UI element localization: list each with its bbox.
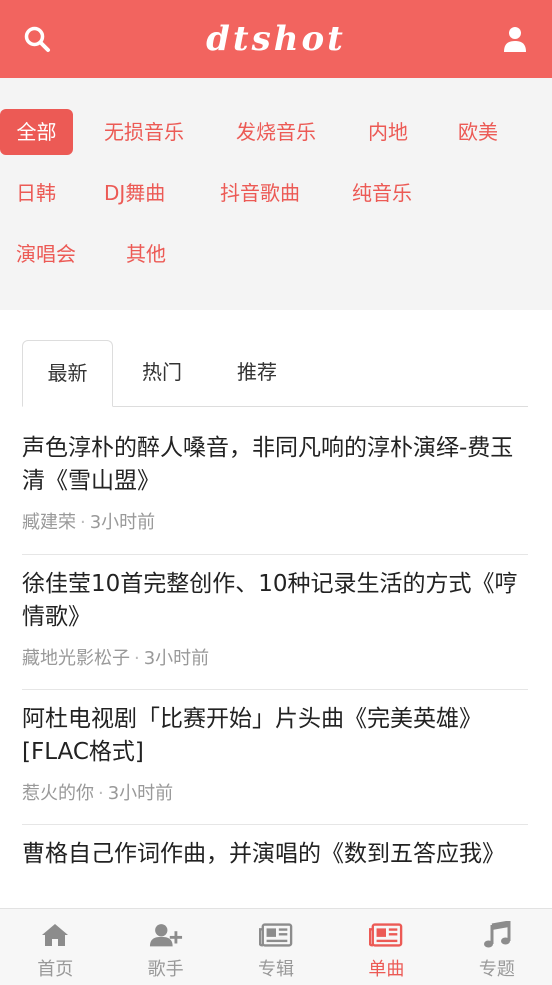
newspaper-icon bbox=[369, 921, 403, 949]
article-meta: 臧建荣 · 3小时前 bbox=[22, 512, 156, 533]
article-title[interactable]: 阿杜电视剧「比赛开始」片头曲《完美英雄》[FLAC格式] bbox=[22, 703, 528, 769]
list-item[interactable]: 曹格自己作词作曲，并演唱的《数到五答应我》 bbox=[22, 838, 528, 918]
nav-home-label: 首页 bbox=[37, 959, 74, 980]
article-meta: 藏地光影松子 · 3小时前 bbox=[22, 648, 210, 669]
category-pure-music[interactable]: 纯音乐 bbox=[340, 170, 424, 216]
category-all[interactable]: 全部 bbox=[0, 109, 73, 155]
category-dj[interactable]: DJ舞曲 bbox=[92, 170, 177, 216]
nav-topics-label: 专题 bbox=[478, 959, 515, 980]
article-title[interactable]: 徐佳莹10首完整创作、10种记录生活的方式《哼情歌》 bbox=[22, 568, 528, 634]
music-note-icon bbox=[480, 921, 514, 949]
bottom-nav: 首页 歌手 专辑 单曲 专题 bbox=[0, 908, 552, 985]
list-item[interactable]: 徐佳莹10首完整创作、10种记录生活的方式《哼情歌》 藏地光影松子 · 3小时前 bbox=[22, 568, 528, 690]
article-title[interactable]: 声色淳朴的醉人嗓音，非同凡响的淳朴演绎-费玉清《雪山盟》 bbox=[22, 432, 528, 498]
nav-topics[interactable]: 专题 bbox=[442, 909, 552, 985]
article-title[interactable]: 曹格自己作词作曲，并演唱的《数到五答应我》 bbox=[22, 838, 528, 871]
search-icon[interactable] bbox=[22, 24, 52, 54]
category-audiophile[interactable]: 发烧音乐 bbox=[224, 109, 328, 155]
category-panel: 全部 无损音乐 发烧音乐 内地 欧美 日韩 DJ舞曲 抖音歌曲 纯音乐 演唱会 … bbox=[0, 78, 552, 310]
app-header: dtshot bbox=[0, 0, 552, 78]
category-mainland[interactable]: 内地 bbox=[356, 109, 420, 155]
article-time: 3小时前 bbox=[107, 783, 174, 804]
category-lossless[interactable]: 无损音乐 bbox=[92, 109, 196, 155]
category-other[interactable]: 其他 bbox=[114, 231, 178, 277]
tab-hot[interactable]: 热门 bbox=[122, 340, 202, 406]
article-time: 3小时前 bbox=[143, 648, 210, 669]
list-item[interactable]: 阿杜电视剧「比赛开始」片头曲《完美英雄》[FLAC格式] 惹火的你 · 3小时前 bbox=[22, 703, 528, 825]
category-japan-korea[interactable]: 日韩 bbox=[4, 170, 68, 216]
category-douyin[interactable]: 抖音歌曲 bbox=[208, 170, 312, 216]
nav-artists-label: 歌手 bbox=[147, 959, 184, 980]
nav-albums-label: 专辑 bbox=[258, 959, 295, 980]
nav-albums[interactable]: 专辑 bbox=[221, 909, 331, 985]
article-author: 惹火的你 bbox=[22, 783, 94, 804]
newspaper-icon bbox=[259, 921, 293, 949]
article-author: 藏地光影松子 bbox=[22, 648, 130, 669]
list-item[interactable]: 声色淳朴的醉人嗓音，非同凡响的淳朴演绎-费玉清《雪山盟》 臧建荣 · 3小时前 bbox=[22, 432, 528, 555]
home-icon bbox=[38, 921, 72, 949]
user-icon[interactable] bbox=[500, 24, 530, 54]
category-concert[interactable]: 演唱会 bbox=[4, 231, 88, 277]
article-author: 臧建荣 bbox=[22, 512, 76, 533]
nav-home[interactable]: 首页 bbox=[0, 909, 110, 985]
add-user-icon bbox=[149, 921, 183, 949]
content-tabs: 最新 热门 推荐 bbox=[22, 340, 528, 407]
article-time: 3小时前 bbox=[89, 512, 156, 533]
nav-artists[interactable]: 歌手 bbox=[110, 909, 220, 985]
site-logo[interactable]: dtshot bbox=[206, 19, 346, 59]
article-meta: 惹火的你 · 3小时前 bbox=[22, 783, 174, 804]
category-western[interactable]: 欧美 bbox=[446, 109, 510, 155]
nav-singles-label: 单曲 bbox=[368, 959, 405, 980]
nav-singles[interactable]: 单曲 bbox=[331, 909, 441, 985]
tab-latest[interactable]: 最新 bbox=[22, 340, 113, 407]
tab-recommended[interactable]: 推荐 bbox=[217, 340, 297, 406]
